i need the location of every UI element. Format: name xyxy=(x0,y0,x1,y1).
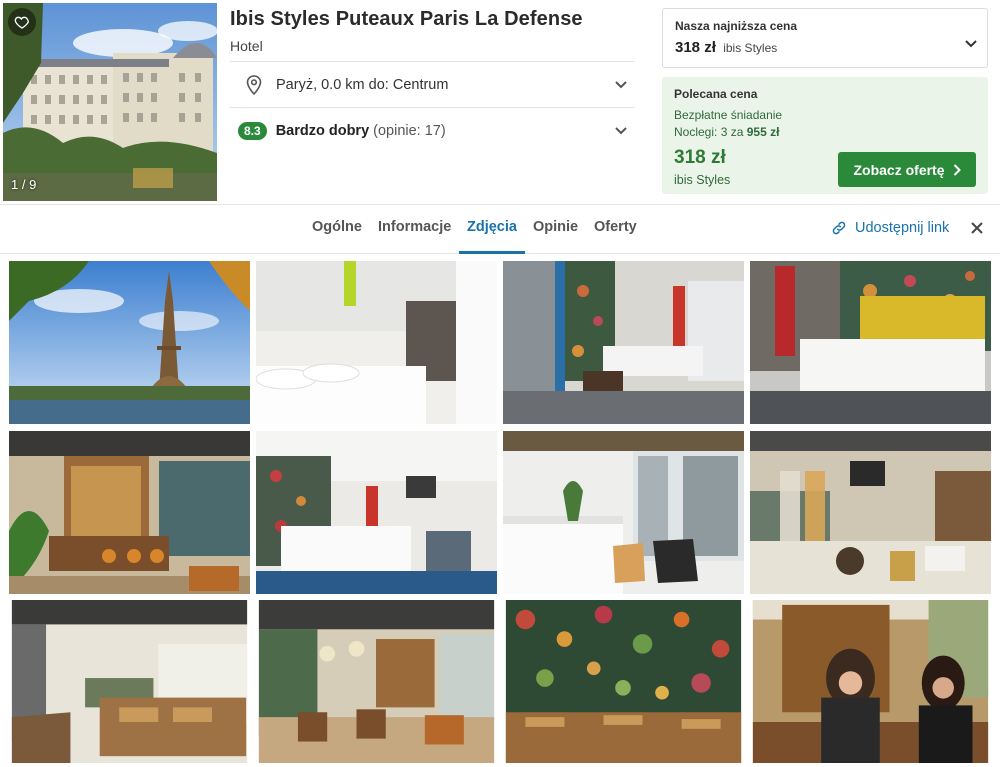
heart-icon xyxy=(14,16,30,29)
location-text: Paryż, 0.0 km do: Centrum xyxy=(276,76,449,93)
see-offer-label: Zobacz ofertę xyxy=(853,161,945,178)
hotel-name: Ibis Styles Puteaux Paris La Defense xyxy=(230,8,583,30)
hotel-info: Ibis Styles Puteaux Paris La Defense Hot… xyxy=(230,8,635,140)
breakfast-cereal-photo[interactable] xyxy=(750,431,991,594)
bedroom-red-flowers-photo[interactable] xyxy=(256,431,497,594)
share-link-button[interactable]: Udostępnij link xyxy=(831,220,949,236)
photo-gallery xyxy=(9,261,991,767)
share-link-label: Udostępnij link xyxy=(855,220,950,236)
tab-information[interactable]: Informacje xyxy=(378,219,451,235)
nights-prefix: Noclegi: 3 za xyxy=(674,125,744,139)
bar-area-photo[interactable] xyxy=(9,431,250,594)
breakfast-info: Bezpłatne śniadanie xyxy=(674,108,783,122)
breakfast-room-photo[interactable] xyxy=(9,600,250,763)
hotel-main-photo[interactable]: 1 / 9 xyxy=(3,3,217,201)
bedroom-yellow-headboard-photo[interactable] xyxy=(750,261,991,424)
chevron-down-icon xyxy=(615,123,627,139)
lowest-price-value: 318 zł xyxy=(675,39,716,56)
lowest-price-label: Nasza najniższa cena xyxy=(675,19,798,33)
recommended-title: Polecana cena xyxy=(674,87,758,101)
reception-chairs-photo[interactable] xyxy=(503,431,744,594)
chevron-down-icon xyxy=(615,77,627,93)
recommended-price-box: Polecana cena Bezpłatne śniadanie Nocleg… xyxy=(662,77,988,194)
tab-offers[interactable]: Oferty xyxy=(594,219,637,235)
close-button[interactable] xyxy=(970,221,984,240)
bedroom-floral-wall-photo[interactable] xyxy=(503,261,744,424)
women-at-bar-photo[interactable] xyxy=(750,600,991,763)
hotel-header: 1 / 9 Ibis Styles Puteaux Paris La Defen… xyxy=(0,0,1000,204)
lowest-price-provider: ibis Styles xyxy=(723,41,778,55)
jungle-wallpaper-restaurant-photo[interactable] xyxy=(503,600,744,763)
chevron-down-icon xyxy=(965,35,977,53)
eiffel-tower-photo[interactable] xyxy=(9,261,250,424)
location-row[interactable]: Paryż, 0.0 km do: Centrum xyxy=(230,61,635,107)
favorite-heart-button[interactable] xyxy=(8,8,36,36)
link-icon xyxy=(832,221,846,235)
nights-info: Noclegi: 3 za 955 zł xyxy=(674,125,976,139)
lounge-bar-photo[interactable] xyxy=(256,600,497,763)
see-offer-button[interactable]: Zobacz ofertę xyxy=(838,152,976,187)
tab-general[interactable]: Ogólne xyxy=(312,219,362,235)
photo-counter: 1 / 9 xyxy=(11,177,37,192)
close-icon xyxy=(971,222,983,234)
nights-total: 955 zł xyxy=(746,125,780,139)
active-tab-indicator xyxy=(459,251,525,254)
rating-row[interactable]: 8.3 Bardzo dobry (opinie: 17) xyxy=(230,107,635,153)
hotel-type: Hotel xyxy=(230,38,263,54)
tabs-bar: Ogólne Informacje Zdjęcia Opinie Oferty … xyxy=(0,204,1000,254)
rating-score-badge: 8.3 xyxy=(238,121,267,140)
hotel-building-image xyxy=(3,3,217,201)
tab-photos[interactable]: Zdjęcia xyxy=(467,219,517,235)
chevron-right-icon xyxy=(953,163,961,176)
location-pin-icon xyxy=(246,74,262,95)
tab-reviews[interactable]: Opinie xyxy=(533,219,578,235)
white-bedroom-photo[interactable] xyxy=(256,261,497,424)
rating-label: Bardzo dobry xyxy=(275,122,370,139)
lowest-price-dropdown[interactable]: Nasza najniższa cena 318 zł ibis Styles xyxy=(662,8,988,68)
rating-count: (opinie: 17) xyxy=(373,122,446,139)
